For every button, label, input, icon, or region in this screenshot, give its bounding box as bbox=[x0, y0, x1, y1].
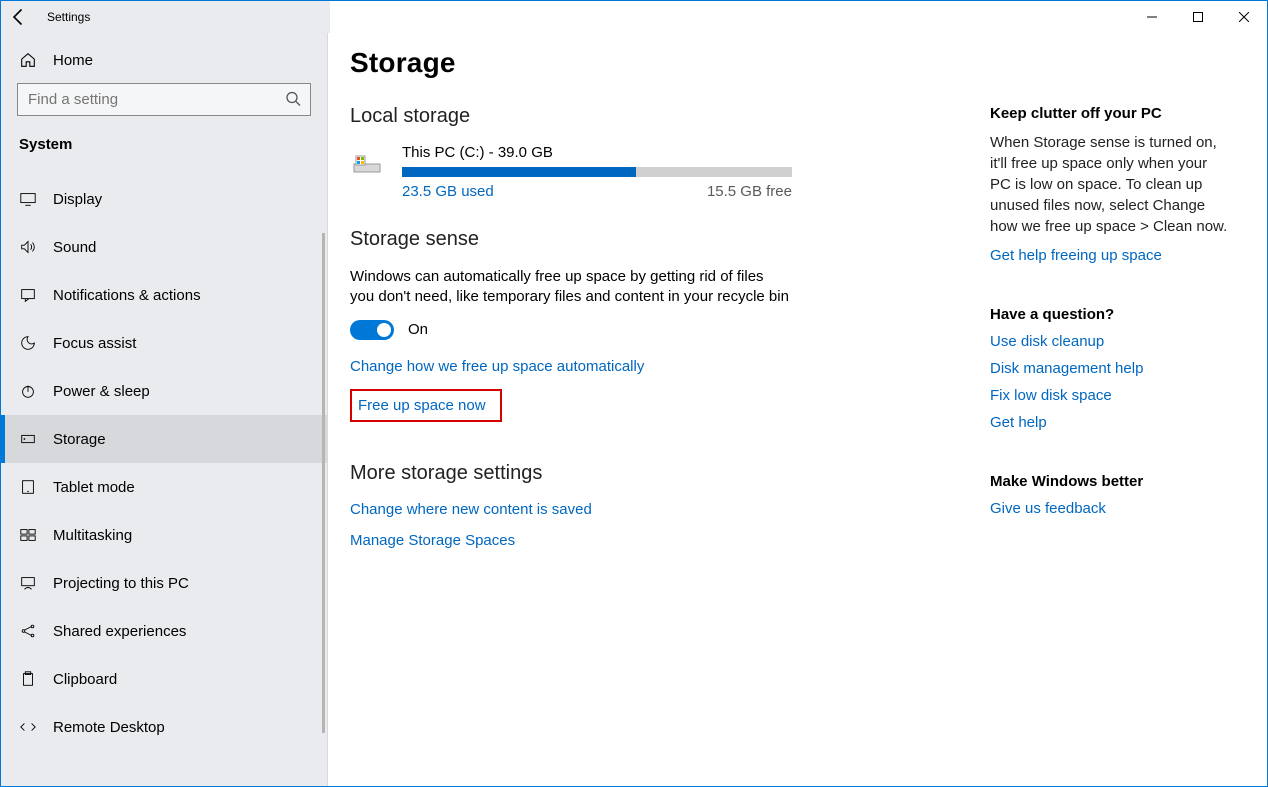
main: Storage Local storage This PC (C:) - 39.… bbox=[328, 33, 1267, 786]
rp-feedback-link[interactable]: Give us feedback bbox=[990, 500, 1230, 517]
link-free-up-now[interactable]: Free up space now bbox=[358, 397, 486, 414]
titlebar: Settings bbox=[1, 1, 1267, 33]
link-change-free-space[interactable]: Change how we free up space automaticall… bbox=[350, 358, 644, 375]
multitasking-icon bbox=[19, 526, 37, 544]
rp-better-heading: Make Windows better bbox=[990, 473, 1230, 490]
home-button[interactable]: Home bbox=[1, 43, 327, 83]
display-icon bbox=[19, 190, 37, 208]
right-panel: Keep clutter off your PC When Storage se… bbox=[990, 47, 1230, 786]
minimize-button[interactable] bbox=[1129, 1, 1175, 33]
sidebar-item-label: Clipboard bbox=[53, 671, 117, 688]
highlight-box: Free up space now bbox=[350, 389, 502, 422]
rp-clutter-body: When Storage sense is turned on, it'll f… bbox=[990, 132, 1230, 237]
sidebar-item-label: Notifications & actions bbox=[53, 287, 201, 304]
link-storage-spaces[interactable]: Manage Storage Spaces bbox=[350, 532, 515, 549]
storage-sense-toggle-row: On bbox=[350, 320, 950, 340]
storage-sense-description: Windows can automatically free up space … bbox=[350, 267, 790, 308]
page-title: Storage bbox=[350, 47, 950, 79]
sidebar-item-projecting[interactable]: Projecting to this PC bbox=[1, 559, 327, 607]
sidebar-item-label: Power & sleep bbox=[53, 383, 150, 400]
layout: Home System Display Sound Notificat bbox=[1, 33, 1267, 786]
sidebar-item-remote-desktop[interactable]: Remote Desktop bbox=[1, 703, 327, 751]
rp-link-get-help[interactable]: Get help bbox=[990, 414, 1230, 431]
sidebar-item-clipboard[interactable]: Clipboard bbox=[1, 655, 327, 703]
drive-used: 23.5 GB used bbox=[402, 183, 494, 200]
link-new-content[interactable]: Change where new content is saved bbox=[350, 501, 592, 518]
back-button[interactable] bbox=[9, 7, 29, 27]
sidebar-item-label: Projecting to this PC bbox=[53, 575, 189, 592]
window-controls bbox=[1129, 1, 1267, 33]
arrow-left-icon bbox=[9, 7, 29, 27]
search-input[interactable] bbox=[17, 83, 311, 116]
content: Storage Local storage This PC (C:) - 39.… bbox=[350, 47, 950, 786]
drive-progress bbox=[402, 167, 792, 177]
sidebar-item-tablet-mode[interactable]: Tablet mode bbox=[1, 463, 327, 511]
sidebar-item-label: Multitasking bbox=[53, 527, 132, 544]
sidebar-item-label: Remote Desktop bbox=[53, 719, 165, 736]
app-title: Settings bbox=[47, 10, 90, 24]
rp-clutter-link[interactable]: Get help freeing up space bbox=[990, 247, 1230, 264]
remote-desktop-icon bbox=[19, 718, 37, 736]
rp-clutter: Keep clutter off your PC When Storage se… bbox=[990, 105, 1230, 264]
drive-name: This PC (C:) - 39.0 GB bbox=[402, 144, 950, 161]
home-icon bbox=[19, 51, 37, 69]
storage-sense-heading: Storage sense bbox=[350, 228, 950, 251]
drive-info: This PC (C:) - 39.0 GB 23.5 GB used 15.5… bbox=[402, 144, 950, 200]
drive-row[interactable]: This PC (C:) - 39.0 GB 23.5 GB used 15.5… bbox=[350, 144, 950, 200]
more-storage-heading: More storage settings bbox=[350, 462, 950, 485]
sidebar-item-focus-assist[interactable]: Focus assist bbox=[1, 319, 327, 367]
local-storage-heading: Local storage bbox=[350, 105, 950, 128]
maximize-button[interactable] bbox=[1175, 1, 1221, 33]
rp-question: Have a question? Use disk cleanup Disk m… bbox=[990, 306, 1230, 431]
shared-icon bbox=[19, 622, 37, 640]
projecting-icon bbox=[19, 574, 37, 592]
close-icon bbox=[1239, 12, 1249, 22]
sidebar-scrollbar[interactable] bbox=[322, 233, 325, 733]
sidebar: Home System Display Sound Notificat bbox=[1, 33, 328, 786]
sidebar-item-label: Tablet mode bbox=[53, 479, 135, 496]
maximize-icon bbox=[1193, 12, 1203, 22]
tablet-icon bbox=[19, 478, 37, 496]
notifications-icon bbox=[19, 286, 37, 304]
sidebar-item-label: Storage bbox=[53, 431, 106, 448]
drive-progress-bar bbox=[402, 167, 636, 177]
close-button[interactable] bbox=[1221, 1, 1267, 33]
nav-list: Display Sound Notifications & actions Fo… bbox=[1, 175, 327, 751]
sidebar-item-multitasking[interactable]: Multitasking bbox=[1, 511, 327, 559]
titlebar-left: Settings bbox=[9, 7, 90, 27]
storage-sense-toggle[interactable] bbox=[350, 320, 394, 340]
sound-icon bbox=[19, 238, 37, 256]
sidebar-item-storage[interactable]: Storage bbox=[1, 415, 327, 463]
sidebar-item-label: Sound bbox=[53, 239, 96, 256]
section-label: System bbox=[1, 134, 327, 163]
home-label: Home bbox=[53, 52, 93, 69]
drive-icon bbox=[350, 146, 384, 180]
sidebar-item-label: Shared experiences bbox=[53, 623, 186, 640]
rp-better: Make Windows better Give us feedback bbox=[990, 473, 1230, 517]
toggle-label: On bbox=[408, 321, 428, 338]
power-icon bbox=[19, 382, 37, 400]
rp-link-disk-mgmt[interactable]: Disk management help bbox=[990, 360, 1230, 377]
rp-clutter-heading: Keep clutter off your PC bbox=[990, 105, 1230, 122]
rp-question-heading: Have a question? bbox=[990, 306, 1230, 323]
clipboard-icon bbox=[19, 670, 37, 688]
sidebar-item-notifications[interactable]: Notifications & actions bbox=[1, 271, 327, 319]
rp-link-fix-low[interactable]: Fix low disk space bbox=[990, 387, 1230, 404]
search-wrap bbox=[17, 83, 311, 116]
sidebar-item-label: Display bbox=[53, 191, 102, 208]
drive-stats: 23.5 GB used 15.5 GB free bbox=[402, 183, 792, 200]
sidebar-item-display[interactable]: Display bbox=[1, 175, 327, 223]
sidebar-item-shared-exp[interactable]: Shared experiences bbox=[1, 607, 327, 655]
rp-link-disk-cleanup[interactable]: Use disk cleanup bbox=[990, 333, 1230, 350]
minimize-icon bbox=[1147, 12, 1157, 22]
sidebar-item-label: Focus assist bbox=[53, 335, 136, 352]
storage-icon bbox=[19, 430, 37, 448]
drive-free: 15.5 GB free bbox=[707, 183, 792, 200]
sidebar-item-sound[interactable]: Sound bbox=[1, 223, 327, 271]
sidebar-item-power-sleep[interactable]: Power & sleep bbox=[1, 367, 327, 415]
focus-assist-icon bbox=[19, 334, 37, 352]
